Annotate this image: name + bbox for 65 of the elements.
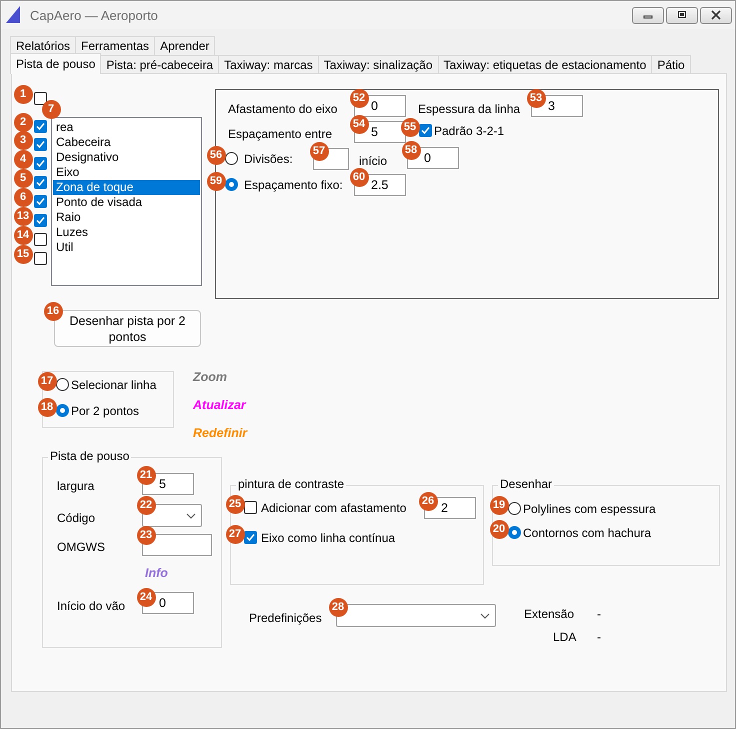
list-item[interactable]: Ponto de visada <box>53 195 200 210</box>
group-title: Pista de pouso <box>48 449 132 464</box>
checkbox[interactable] <box>34 214 47 227</box>
tab[interactable]: Taxiway: etiquetas de estacionamento <box>438 55 652 74</box>
list-box[interactable]: rea Cabeceira Designativo Eixo Zona de toque Ponto de visada Raio Luzes Util <box>51 117 202 286</box>
field-label: - <box>597 607 601 622</box>
field-label: início <box>359 154 388 169</box>
list-item[interactable]: Util <box>53 240 200 255</box>
sail-logo-icon <box>6 6 22 24</box>
field-label: Afastamento do eixo <box>228 102 338 117</box>
list-item[interactable]: Designativo <box>53 150 200 165</box>
field-label: Espessura da linha <box>418 102 520 117</box>
close-button[interactable] <box>700 6 732 24</box>
list-item[interactable]: Zona de toque <box>53 180 200 195</box>
field-label: largura <box>57 479 94 494</box>
checkmark-icon <box>35 158 46 169</box>
checkbox[interactable] <box>34 195 47 208</box>
link[interactable]: Zoom <box>193 370 228 385</box>
close-icon <box>710 10 722 20</box>
tab[interactable]: Aprender <box>154 36 216 55</box>
radio-button[interactable]: Divisões: <box>225 151 293 166</box>
link[interactable]: Info <box>145 566 168 581</box>
tab[interactable]: Pista de pouso <box>10 53 102 74</box>
checkbox[interactable] <box>34 92 47 105</box>
chevron-icon <box>480 613 490 619</box>
checkbox[interactable]: Padrão 3-2-1 <box>419 123 504 138</box>
field-label: Início do vão <box>57 599 126 614</box>
checkbox[interactable] <box>34 138 47 151</box>
field-label: Código <box>57 511 96 526</box>
checkbox[interactable]: Eixo como linha contínua <box>244 530 396 545</box>
field-label: Extensão <box>524 607 574 622</box>
checkbox[interactable] <box>34 252 47 265</box>
minimize-button[interactable] <box>632 6 664 24</box>
tab[interactable]: Taxiway: marcas <box>218 55 319 74</box>
maximize-icon <box>676 10 688 20</box>
checkbox[interactable] <box>34 233 47 246</box>
list-item[interactable]: Raio <box>53 210 200 225</box>
radio-button[interactable]: Selecionar linha <box>56 377 156 392</box>
field-label: - <box>597 630 601 645</box>
field-label: OMGWS <box>57 540 105 555</box>
checkmark-icon <box>35 196 46 207</box>
checkbox[interactable]: Adicionar com afastamento <box>244 500 406 515</box>
checkmark-icon <box>35 121 46 132</box>
group-title: pintura de contraste <box>236 477 346 492</box>
tab[interactable]: Pista: pré-cabeceira <box>100 55 220 74</box>
checkbox[interactable] <box>34 176 47 189</box>
list-item[interactable]: Cabeceira <box>53 135 200 150</box>
checkmark-icon <box>245 532 256 543</box>
window-title: CapAero — Aeroporto <box>30 8 158 22</box>
checkbox[interactable] <box>34 157 47 170</box>
list-item[interactable]: Eixo <box>53 165 200 180</box>
maximize-button[interactable] <box>666 6 698 24</box>
chevron-icon <box>186 513 196 519</box>
checkmark-icon <box>35 139 46 150</box>
checkmark-icon <box>35 177 46 188</box>
checkmark-icon <box>35 215 46 226</box>
list-item[interactable]: Luzes <box>53 225 200 240</box>
checkbox[interactable] <box>34 120 47 133</box>
tab[interactable]: Pátio <box>651 55 691 74</box>
list-item[interactable]: rea <box>53 120 200 135</box>
tab[interactable]: Taxiway: sinalização <box>318 55 439 74</box>
field-label: Predefinições <box>249 611 322 626</box>
field-label: LDA <box>553 630 576 645</box>
field-label: Espaçamento entre <box>228 127 332 142</box>
checkmark-icon <box>420 125 431 136</box>
